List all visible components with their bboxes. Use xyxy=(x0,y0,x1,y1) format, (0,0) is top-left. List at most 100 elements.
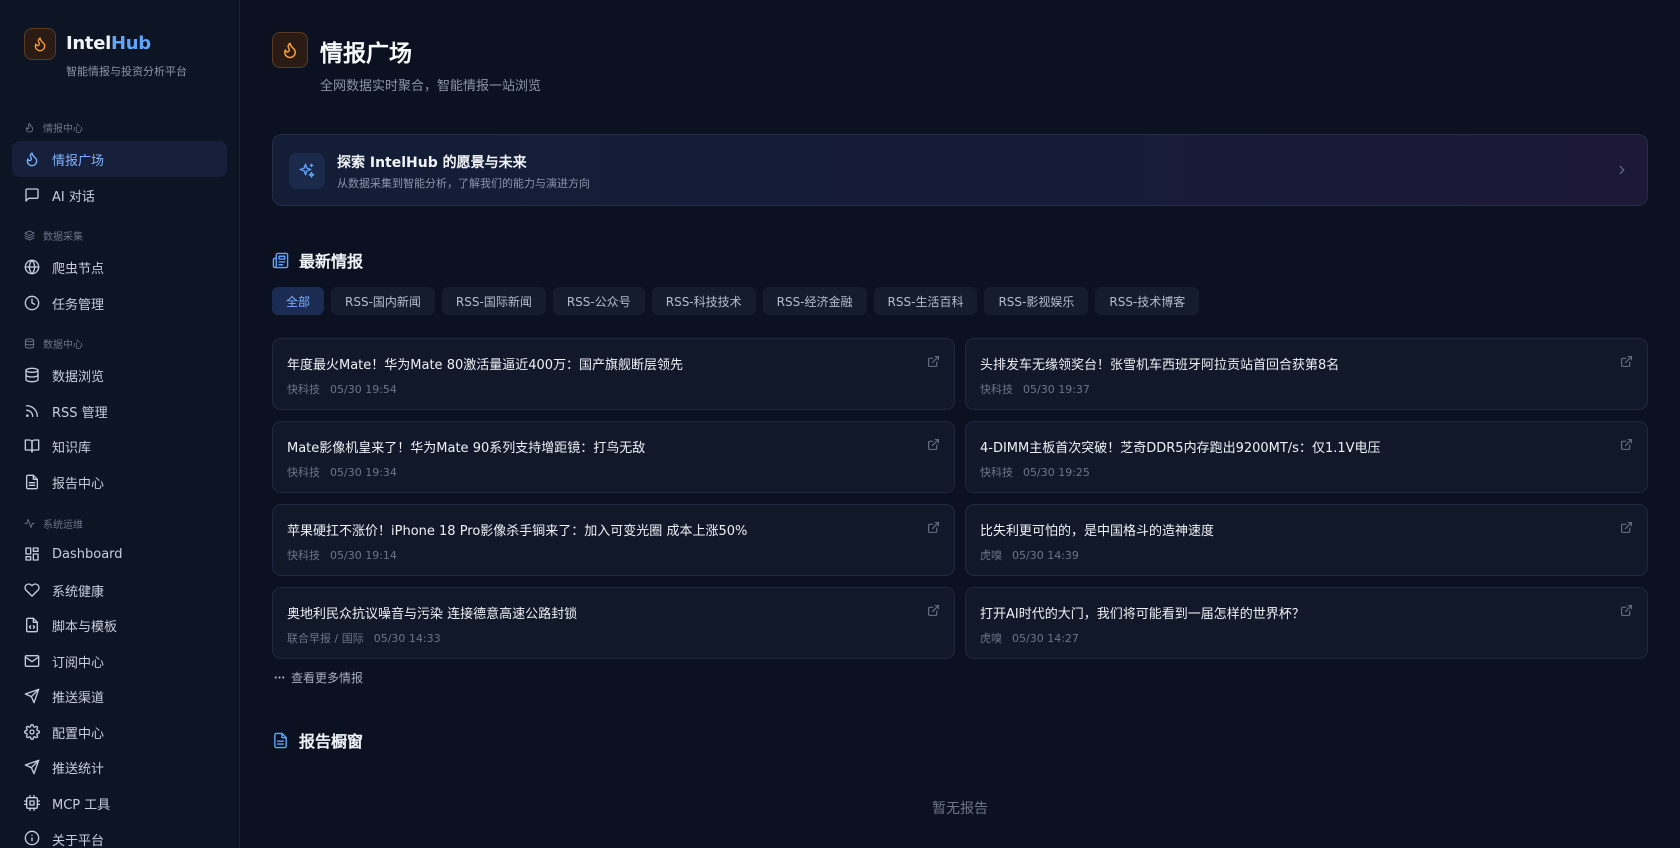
page-subtitle: 全网数据实时聚合，智能情报一站浏览 xyxy=(320,79,542,94)
banner-title: 探索 IntelHub 的愿景与未来 xyxy=(337,155,527,171)
tab-entertainment[interactable]: RSS-影视娱乐 xyxy=(984,287,1089,315)
vision-banner[interactable]: 探索 IntelHub 的愿景与未来 从数据采集到智能分析，了解我们的能力与演进… xyxy=(272,134,1648,206)
sidebar-item-intel-square[interactable]: 情报广场 xyxy=(12,141,227,177)
news-meta: 联合早报 / 国际 05/30 14:33 xyxy=(287,630,441,646)
external-link-icon[interactable] xyxy=(927,604,940,617)
view-more-link[interactable]: 查看更多情报 xyxy=(273,669,363,686)
flame-icon xyxy=(25,122,34,133)
sidebar-item-config-center[interactable]: 配置中心 xyxy=(12,714,227,750)
sidebar-item-data-browse[interactable]: 数据浏览 xyxy=(12,357,227,393)
sidebar-item-about[interactable]: 关于平台 xyxy=(12,820,227,848)
news-time: 05/30 19:25 xyxy=(1023,466,1090,479)
sidebar-item-system-health[interactable]: 系统健康 xyxy=(12,572,227,608)
sidebar-item-mcp-tools[interactable]: MCP 工具 xyxy=(12,785,227,821)
sidebar-item-label: 报告中心 xyxy=(52,476,105,492)
gear-icon xyxy=(24,724,40,740)
sidebar-item-push-stats[interactable]: 推送统计 xyxy=(12,749,227,785)
tab-international-news[interactable]: RSS-国际新闻 xyxy=(441,287,546,315)
news-card[interactable]: Mate影像机皇来了！华为Mate 90系列支持增距镜：打鸟无敌 快科技 05/3… xyxy=(272,421,955,493)
news-time: 05/30 14:33 xyxy=(373,632,441,645)
tab-finance[interactable]: RSS-经济金融 xyxy=(762,287,867,315)
news-card[interactable]: 奥地利民众抗议噪音与污染 连接德意高速公路封锁 联合早报 / 国际 05/30 1… xyxy=(272,587,955,659)
external-link-icon[interactable] xyxy=(1620,438,1633,451)
reports-section-title: 报告橱窗 xyxy=(299,732,364,751)
news-time: 05/30 14:27 xyxy=(1012,632,1079,645)
layers-icon xyxy=(24,230,35,241)
sidebar-item-rss-management[interactable]: RSS 管理 xyxy=(12,393,227,429)
news-meta: 快科技 05/30 19:25 xyxy=(980,464,1090,480)
sidebar-item-scripts-templates[interactable]: 脚本与模板 xyxy=(12,607,227,643)
sidebar-item-dashboard[interactable]: Dashboard xyxy=(12,536,227,572)
file-text-icon xyxy=(274,732,287,748)
external-link-icon[interactable] xyxy=(1620,521,1633,534)
latest-section-header: 最新情报 xyxy=(272,248,363,272)
sidebar-item-ai-chat[interactable]: AI 对话 xyxy=(12,177,227,213)
news-time: 05/30 14:39 xyxy=(1012,549,1079,562)
send-icon xyxy=(24,688,40,704)
external-link-icon[interactable] xyxy=(927,521,940,534)
tab-domestic-news[interactable]: RSS-国内新闻 xyxy=(331,287,435,315)
chevron-right-icon xyxy=(1619,165,1625,175)
nav-section-ops: 系统运维 xyxy=(24,516,83,531)
tab-tech-blogs[interactable]: RSS-技术博客 xyxy=(1095,287,1200,315)
sidebar-item-label: 任务管理 xyxy=(52,297,105,313)
brand[interactable]: IntelHub 智能情报与投资分析平台 xyxy=(24,28,187,79)
tab-tech[interactable]: RSS-科技技术 xyxy=(651,287,756,315)
latest-section-title: 最新情报 xyxy=(299,252,364,271)
banner-subtitle: 从数据采集到智能分析，了解我们的能力与演进方向 xyxy=(337,177,590,190)
more-horizontal-icon xyxy=(274,676,285,679)
news-source: 联合早报 / 国际 xyxy=(287,632,364,645)
news-meta: 快科技 05/30 19:34 xyxy=(287,464,397,480)
sidebar-item-label: 爬虫节点 xyxy=(52,261,105,277)
sidebar-item-push-channels[interactable]: 推送渠道 xyxy=(12,678,227,714)
external-link-icon[interactable] xyxy=(1620,355,1633,368)
sidebar-item-label: Dashboard xyxy=(52,546,123,562)
news-title: Mate影像机皇来了！华为Mate 90系列支持增距镜：打鸟无敌 xyxy=(287,441,646,456)
news-card[interactable]: 年度最火Mate！华为Mate 80激活量逼近400万：国产旗舰断层领先 快科技… xyxy=(272,338,955,410)
tab-all[interactable]: 全部 xyxy=(272,287,325,315)
news-meta: 虎嗅 05/30 14:27 xyxy=(980,630,1079,646)
sidebar-item-label: AI 对话 xyxy=(52,189,95,205)
news-source: 虎嗅 xyxy=(980,632,1002,645)
cpu-icon xyxy=(24,795,40,811)
sidebar-item-label: 脚本与模板 xyxy=(52,619,118,635)
sidebar-item-subscription-center[interactable]: 订阅中心 xyxy=(12,643,227,679)
sparkles-icon xyxy=(299,163,315,178)
sidebar-item-crawler-nodes[interactable]: 爬虫节点 xyxy=(12,249,227,285)
news-card[interactable]: 头排发车无缘领奖台！张雪机车西班牙阿拉贡站首回合获第8名 快科技 05/30 19… xyxy=(965,338,1648,410)
sidebar-item-task-management[interactable]: 任务管理 xyxy=(12,285,227,321)
send-icon xyxy=(24,759,40,775)
brand-logo xyxy=(24,28,56,60)
news-card[interactable]: 苹果硬扛不涨价！iPhone 18 Pro影像杀手锏来了：加入可变光圈 成本上涨… xyxy=(272,504,955,576)
flame-icon xyxy=(284,42,296,59)
nav-section-collect: 数据采集 xyxy=(24,228,83,243)
news-title: 奥地利民众抗议噪音与污染 连接德意高速公路封锁 xyxy=(287,607,578,622)
news-title: 4-DIMM主板首次突破！芝奇DDR5内存跑出9200MT/s：仅1.1V电压 xyxy=(980,441,1381,456)
external-link-icon[interactable] xyxy=(1620,604,1633,617)
news-card[interactable]: 打开AI时代的大门，我们将可能看到一届怎样的世界杯？ 虎嗅 05/30 14:27 xyxy=(965,587,1648,659)
external-link-icon[interactable] xyxy=(927,355,940,368)
news-meta: 快科技 05/30 19:37 xyxy=(980,381,1090,397)
file-code-icon xyxy=(26,617,38,633)
category-tabs: 全部 RSS-国内新闻 RSS-国际新闻 RSS-公众号 RSS-科技技术 RS… xyxy=(272,287,1206,315)
file-text-icon xyxy=(26,474,38,490)
news-title: 头排发车无缘领奖台！张雪机车西班牙阿拉贡站首回合获第8名 xyxy=(980,358,1340,373)
news-source: 快科技 xyxy=(287,549,320,562)
news-card[interactable]: 4-DIMM主板首次突破！芝奇DDR5内存跑出9200MT/s：仅1.1V电压 … xyxy=(965,421,1648,493)
news-time: 05/30 19:14 xyxy=(330,549,397,562)
sidebar-item-knowledge-base[interactable]: 知识库 xyxy=(12,428,227,464)
news-meta: 快科技 05/30 19:54 xyxy=(287,381,397,397)
tab-official-accounts[interactable]: RSS-公众号 xyxy=(552,287,645,315)
tab-lifestyle[interactable]: RSS-生活百科 xyxy=(873,287,978,315)
sidebar-item-label: 配置中心 xyxy=(52,726,105,742)
news-card[interactable]: 比失利更可怕的，是中国格斗的造神速度 虎嗅 05/30 14:39 xyxy=(965,504,1648,576)
globe-icon xyxy=(24,259,40,275)
news-source: 快科技 xyxy=(287,383,320,396)
news-source: 虎嗅 xyxy=(980,549,1002,562)
news-meta: 快科技 05/30 19:14 xyxy=(287,547,397,563)
external-link-icon[interactable] xyxy=(927,438,940,451)
sidebar-item-report-center[interactable]: 报告中心 xyxy=(12,464,227,500)
newspaper-icon xyxy=(272,252,289,268)
flame-icon xyxy=(26,152,38,167)
banner-icon-box xyxy=(289,153,325,189)
